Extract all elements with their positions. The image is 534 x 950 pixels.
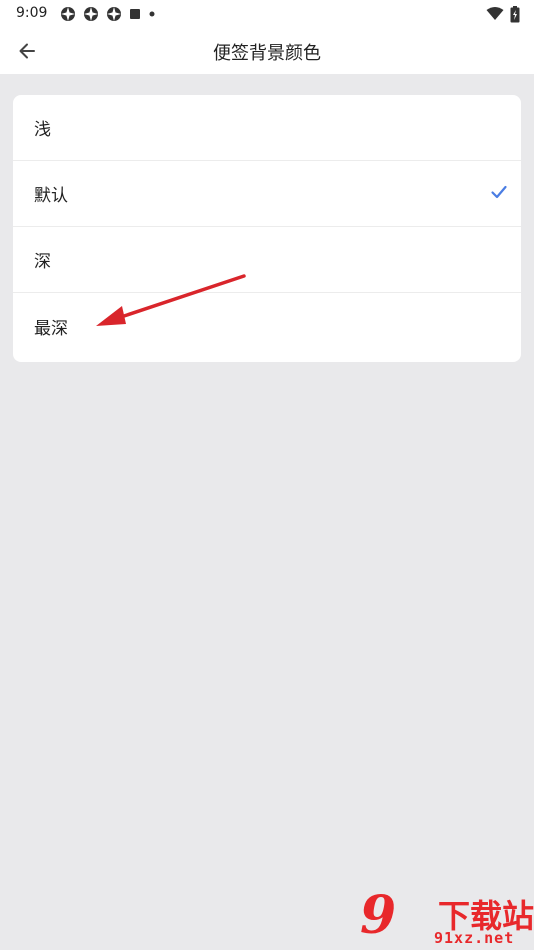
option-label: 默认 xyxy=(34,186,68,206)
watermark: 9 下载站 91xz.net xyxy=(360,885,534,950)
aperture-icon xyxy=(107,7,121,21)
watermark-logo: 9 xyxy=(360,885,397,946)
color-options-list: 浅 默认 深 最深 xyxy=(13,95,521,362)
wifi-icon xyxy=(486,7,504,20)
aperture-icon xyxy=(61,7,75,21)
aperture-icon xyxy=(84,7,98,21)
option-default[interactable]: 默认 xyxy=(13,161,521,227)
page-title: 便签背景颜色 xyxy=(213,43,321,64)
app-header: 便签背景颜色 xyxy=(0,28,534,74)
dot-icon xyxy=(149,11,155,17)
option-dark[interactable]: 深 xyxy=(13,227,521,293)
status-icons-left xyxy=(60,6,156,22)
battery-icon xyxy=(510,5,520,22)
option-darkest[interactable]: 最深 xyxy=(13,293,521,359)
status-bar: 9:09 xyxy=(0,0,534,28)
option-light[interactable]: 浅 xyxy=(13,95,521,161)
option-label: 浅 xyxy=(34,120,51,140)
option-label: 最深 xyxy=(34,318,68,339)
watermark-url: 91xz.net xyxy=(434,929,515,947)
option-label: 深 xyxy=(34,252,51,272)
status-time: 9:09 xyxy=(16,5,48,21)
status-icons-right xyxy=(486,5,520,23)
checkmark-icon xyxy=(491,185,507,199)
square-icon xyxy=(130,9,140,19)
